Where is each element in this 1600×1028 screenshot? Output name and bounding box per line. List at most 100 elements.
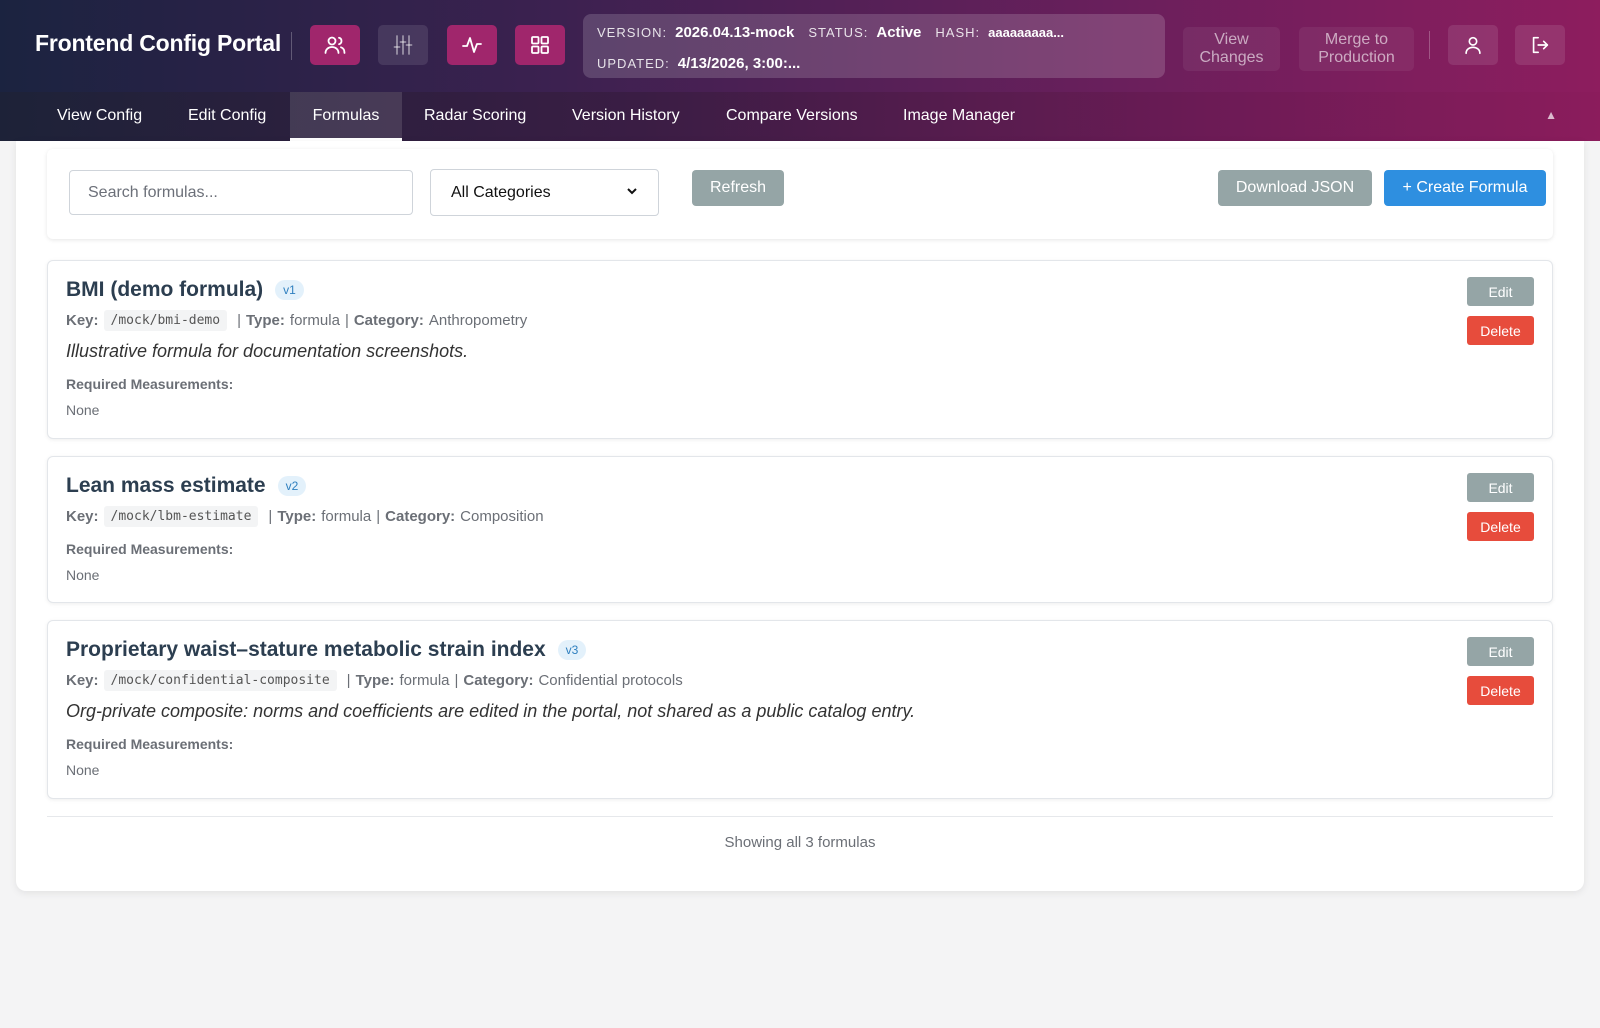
view-changes-button[interactable]: View Changes xyxy=(1183,27,1280,71)
version-value: 2026.04.13-mock xyxy=(675,24,795,41)
required-measurements-value: None xyxy=(66,402,100,418)
meta-separator: | xyxy=(237,312,241,329)
logout-button[interactable] xyxy=(1515,25,1565,65)
formula-key: /mock/bmi-demo xyxy=(103,310,228,331)
formulas-toolbar: All Categories Refresh Download JSON + C… xyxy=(47,149,1553,239)
edit-button[interactable]: Edit xyxy=(1467,473,1534,502)
meta-separator: | xyxy=(454,672,459,689)
category-label: Category: xyxy=(353,312,424,329)
formula-title: Proprietary waist–stature metabolic stra… xyxy=(66,638,546,661)
edit-button[interactable]: Edit xyxy=(1467,277,1534,306)
formula-type: formula xyxy=(321,508,372,525)
collapse-toggle-icon[interactable]: ▲ xyxy=(1545,108,1557,122)
meta-separator: | xyxy=(346,672,351,689)
formulas-panel: All Categories Refresh Download JSON + C… xyxy=(16,141,1584,891)
formula-description: Illustrative formula for documentation s… xyxy=(66,341,469,361)
create-formula-button[interactable]: + Create Formula xyxy=(1384,170,1546,206)
required-measurements-label: Required Measurements: xyxy=(66,736,234,752)
version-info-panel: VERSION: 2026.04.13-mock STATUS: Active … xyxy=(583,14,1165,78)
key-label: Key: xyxy=(66,508,99,525)
meta-separator: | xyxy=(376,508,381,525)
formula-card: Lean mass estimate v2 Key: /mock/lbm-est… xyxy=(47,456,1553,603)
grid-button[interactable] xyxy=(515,25,565,65)
tab-view-config[interactable]: View Config xyxy=(35,92,164,141)
category-select-value: All Categories xyxy=(451,183,551,201)
formula-title: BMI (demo formula) xyxy=(66,278,264,301)
search-input[interactable] xyxy=(69,170,413,215)
required-measurements-value: None xyxy=(66,762,100,778)
required-measurements-label: Required Measurements: xyxy=(66,376,234,392)
updated-info-row: UPDATED: 4/13/2026, 3:00:... xyxy=(597,55,814,72)
category-select[interactable]: All Categories xyxy=(430,169,659,216)
download-json-button[interactable]: Download JSON xyxy=(1218,170,1372,206)
status-label: STATUS: xyxy=(808,25,869,40)
header-divider xyxy=(291,32,292,60)
formula-category: Composition xyxy=(460,508,544,525)
version-info-row: VERSION: 2026.04.13-mock STATUS: Active … xyxy=(597,24,1078,41)
formula-type: formula xyxy=(399,672,450,689)
chevron-down-icon xyxy=(626,185,638,200)
type-label: Type: xyxy=(355,672,395,689)
hash-label: HASH: xyxy=(935,25,981,40)
formula-version-badge: v3 xyxy=(557,640,587,660)
category-label: Category: xyxy=(463,672,534,689)
version-label: VERSION: xyxy=(597,25,668,40)
logout-icon xyxy=(1532,36,1549,54)
tab-bar: View Config Edit Config Formulas Radar S… xyxy=(0,92,1600,141)
formula-version-badge: v2 xyxy=(277,476,307,496)
user-profile-button[interactable] xyxy=(1448,25,1498,65)
formula-meta: Key: /mock/lbm-estimate | Type: formula … xyxy=(66,506,544,527)
category-label: Category: xyxy=(385,508,456,525)
merge-to-production-button[interactable]: Merge to Production xyxy=(1299,27,1414,71)
status-value: Active xyxy=(876,24,922,41)
formula-type: formula xyxy=(289,312,340,329)
formula-key: /mock/lbm-estimate xyxy=(103,506,259,527)
activity-icon xyxy=(462,37,482,53)
grid-icon xyxy=(531,36,549,54)
tab-edit-config[interactable]: Edit Config xyxy=(166,92,288,141)
sliders-icon xyxy=(393,35,413,55)
edit-button[interactable]: Edit xyxy=(1467,637,1534,666)
activity-button[interactable] xyxy=(447,25,497,65)
tab-compare-versions[interactable]: Compare Versions xyxy=(704,92,880,141)
formula-description: Org-private composite: norms and coeffic… xyxy=(66,701,916,721)
tab-version-history[interactable]: Version History xyxy=(550,92,702,141)
refresh-button[interactable]: Refresh xyxy=(692,170,784,206)
users-button[interactable] xyxy=(310,25,360,65)
key-label: Key: xyxy=(66,312,99,329)
formula-title-row: BMI (demo formula) v1 xyxy=(66,278,304,302)
key-label: Key: xyxy=(66,672,99,689)
tab-formulas[interactable]: Formulas xyxy=(290,92,402,141)
formula-key: /mock/confidential-composite xyxy=(103,670,337,691)
formula-card: Proprietary waist–stature metabolic stra… xyxy=(47,620,1553,799)
formula-title-row: Proprietary waist–stature metabolic stra… xyxy=(66,638,587,662)
tab-image-manager[interactable]: Image Manager xyxy=(881,92,1037,141)
list-divider xyxy=(47,816,1553,817)
top-header: Frontend Config Portal VERSION: 2026.04.… xyxy=(0,0,1600,92)
tab-radar-scoring[interactable]: Radar Scoring xyxy=(402,92,548,141)
app-title: Frontend Config Portal xyxy=(35,30,282,56)
formula-card: BMI (demo formula) v1 Key: /mock/bmi-dem… xyxy=(47,260,1553,439)
sliders-button[interactable] xyxy=(378,25,428,65)
formula-category: Anthropometry xyxy=(428,312,528,329)
updated-value: 4/13/2026, 3:00:... xyxy=(677,55,801,72)
formula-meta: Key: /mock/bmi-demo | Type: formula | Ca… xyxy=(66,310,527,331)
type-label: Type: xyxy=(277,508,317,525)
formula-version-badge: v1 xyxy=(275,280,304,300)
type-label: Type: xyxy=(246,312,285,329)
meta-separator: | xyxy=(268,508,273,525)
delete-button[interactable]: Delete xyxy=(1467,316,1534,345)
formula-title-row: Lean mass estimate v2 xyxy=(66,474,307,498)
hash-value: aaaaaaaaa... xyxy=(988,25,1065,40)
delete-button[interactable]: Delete xyxy=(1467,676,1534,705)
meta-separator: | xyxy=(344,312,349,329)
updated-label: UPDATED: xyxy=(597,56,670,71)
delete-button[interactable]: Delete xyxy=(1467,512,1534,541)
user-icon xyxy=(1465,36,1481,55)
header-divider-right xyxy=(1429,31,1430,59)
formula-category: Confidential protocols xyxy=(538,672,683,689)
required-measurements-value: None xyxy=(66,567,100,583)
results-count: Showing all 3 formulas xyxy=(724,834,876,851)
formula-meta: Key: /mock/confidential-composite | Type… xyxy=(66,670,683,691)
required-measurements-label: Required Measurements: xyxy=(66,541,234,557)
